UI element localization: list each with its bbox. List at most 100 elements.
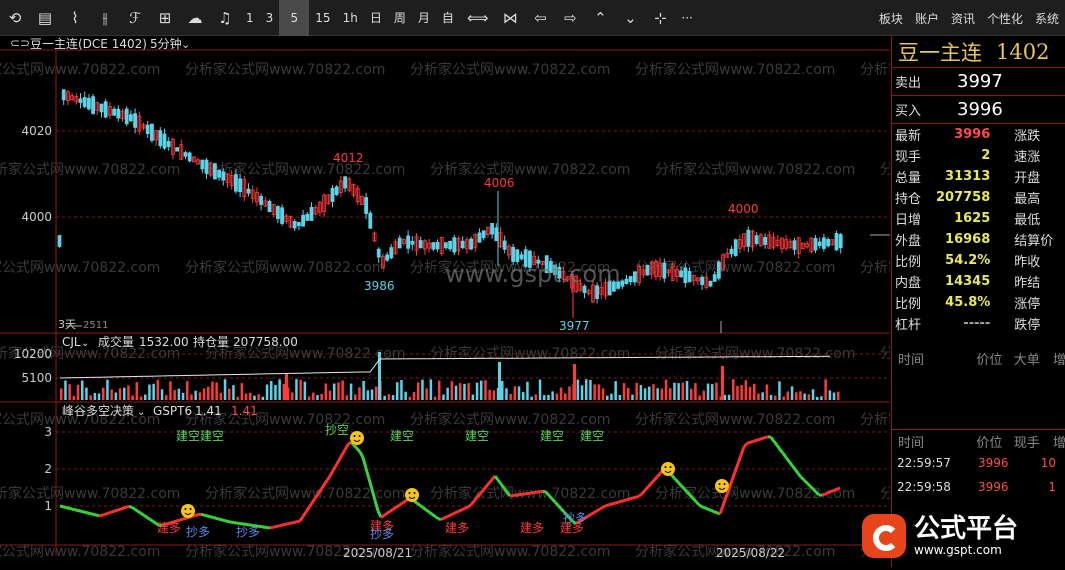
arrow-right-icon[interactable]: ⇨: [555, 0, 585, 36]
candle-body: [680, 271, 683, 277]
menu-system[interactable]: 系统: [1029, 0, 1065, 36]
volume-bar: [682, 383, 685, 400]
arrow-up-icon[interactable]: ⌃: [585, 0, 615, 36]
period-custom[interactable]: 自: [436, 0, 460, 36]
volume-bar: [123, 388, 126, 400]
smiley-icon: [405, 488, 419, 502]
indicator-segment: [801, 477, 804, 480]
volume-bar: [442, 394, 445, 400]
formula-icon[interactable]: ℱ: [120, 0, 150, 36]
period-1[interactable]: 1: [240, 0, 260, 36]
volume-bar: [476, 383, 479, 400]
annotation-low-2: 3977: [559, 319, 590, 333]
candle-body: [747, 230, 750, 246]
indicator-segment: [105, 513, 108, 514]
volume-bar: [190, 394, 193, 400]
quote-label: 最新: [892, 124, 936, 145]
indicator-segment: [462, 508, 465, 509]
period-5[interactable]: 5: [279, 0, 309, 36]
candle-body: [717, 262, 720, 278]
indicator-segment: [213, 517, 216, 518]
volume-bar: [652, 384, 655, 400]
chart-area[interactable]: 分析家公式网www.70822.com分析家公式网www.70822.com分析…: [0, 36, 890, 567]
indicator-segment: [432, 514, 435, 516]
volume-bar: [186, 381, 189, 400]
indicator-segment: [792, 465, 795, 469]
volume-bar: [215, 382, 218, 400]
candle-icon[interactable]: ⫲: [90, 0, 120, 36]
grid-icon[interactable]: ⊞: [150, 0, 180, 36]
crosshair-icon[interactable]: ⊹: [645, 0, 675, 36]
indicator-segment: [180, 519, 183, 520]
indicator-segment: [366, 468, 369, 479]
arrow-left-icon[interactable]: ⇦: [525, 0, 555, 36]
volume-bar: [619, 395, 622, 400]
cloud-icon[interactable]: ☁: [180, 0, 210, 36]
period-month[interactable]: 月: [412, 0, 436, 36]
expand-icon[interactable]: ⟺: [460, 0, 496, 36]
period-day[interactable]: 日: [364, 0, 388, 36]
menu-account[interactable]: 账户: [909, 0, 945, 36]
indicator-segment: [426, 510, 429, 512]
period-week[interactable]: 周: [388, 0, 412, 36]
candle-body: [184, 153, 187, 157]
quote-label: 比例: [892, 250, 936, 271]
indicator-segment: [153, 521, 156, 523]
period-15[interactable]: 15: [309, 0, 336, 36]
arrow-down-icon[interactable]: ⌄: [615, 0, 645, 36]
indicator-name[interactable]: 峰谷多空决策: [62, 404, 134, 418]
ask-row[interactable]: 卖出 3997: [892, 68, 1065, 96]
watermark-text: 分析家公式网www.70822.com: [880, 485, 890, 502]
indicator-segment: [747, 442, 750, 443]
ind-y-3: 3: [44, 425, 52, 439]
volume-bar: [262, 397, 265, 400]
smiley-eye: [724, 483, 726, 485]
refresh-icon[interactable]: ⟲: [0, 0, 30, 36]
signal-top: 抄空: [325, 423, 349, 437]
volume-bar: [543, 395, 546, 400]
volume-bar: [459, 383, 462, 400]
bell-icon[interactable]: ♫: [210, 0, 240, 36]
period-selector[interactable]: 5分钟: [150, 36, 182, 51]
menu-news[interactable]: 资讯: [945, 0, 981, 36]
indicator-segment: [273, 527, 276, 528]
candle-body: [222, 172, 225, 180]
watermark-text: 分析家公式网www.70822.com: [410, 543, 610, 560]
volume-bar: [152, 384, 155, 400]
quote-label: 持仓: [892, 187, 936, 208]
indicator-segment: [780, 449, 783, 453]
indicator-segment: [555, 502, 558, 505]
bid-row[interactable]: 买入 3996: [892, 96, 1065, 124]
quote-label-right: 结算价: [994, 229, 1065, 250]
indicator-segment: [339, 455, 342, 460]
indicator-segment: [810, 486, 813, 489]
volume-bar: [119, 388, 122, 400]
period-1h[interactable]: 1h: [337, 0, 364, 36]
quote-label-right: 涨停: [994, 292, 1065, 313]
menu-personalize[interactable]: 个性化: [981, 0, 1029, 36]
col-more: 增: [1047, 349, 1065, 368]
indicator-dropdown-icon[interactable]: ⌄: [137, 407, 145, 418]
indicator-value-2: 1.41: [231, 404, 258, 418]
indicator-segment: [741, 447, 744, 455]
period-dropdown-icon[interactable]: ⌄: [181, 38, 190, 51]
period-3[interactable]: 3: [260, 0, 280, 36]
volume-dropdown-icon[interactable]: ⌄: [81, 338, 89, 349]
shrink-icon[interactable]: ⋈: [495, 0, 525, 36]
candle-body: [684, 268, 687, 283]
indicator-segment: [111, 511, 114, 512]
indicator-segment: [120, 508, 123, 509]
volume-bar: [669, 388, 672, 400]
more-button[interactable]: ···: [675, 0, 698, 36]
list-icon[interactable]: ▤: [30, 0, 60, 36]
candle-body: [398, 238, 401, 248]
volume-bar: [64, 381, 67, 400]
volume-label[interactable]: CJL: [62, 335, 81, 349]
quote-label-right: 跌停: [994, 313, 1065, 334]
indicator-segment: [708, 509, 711, 510]
line-chart-icon[interactable]: ⌇: [60, 0, 90, 36]
indicator-segment: [825, 493, 828, 494]
volume-bar: [753, 384, 756, 400]
menu-sector[interactable]: 板块: [873, 0, 909, 36]
logo-url: www.gspt.com: [914, 543, 1018, 557]
